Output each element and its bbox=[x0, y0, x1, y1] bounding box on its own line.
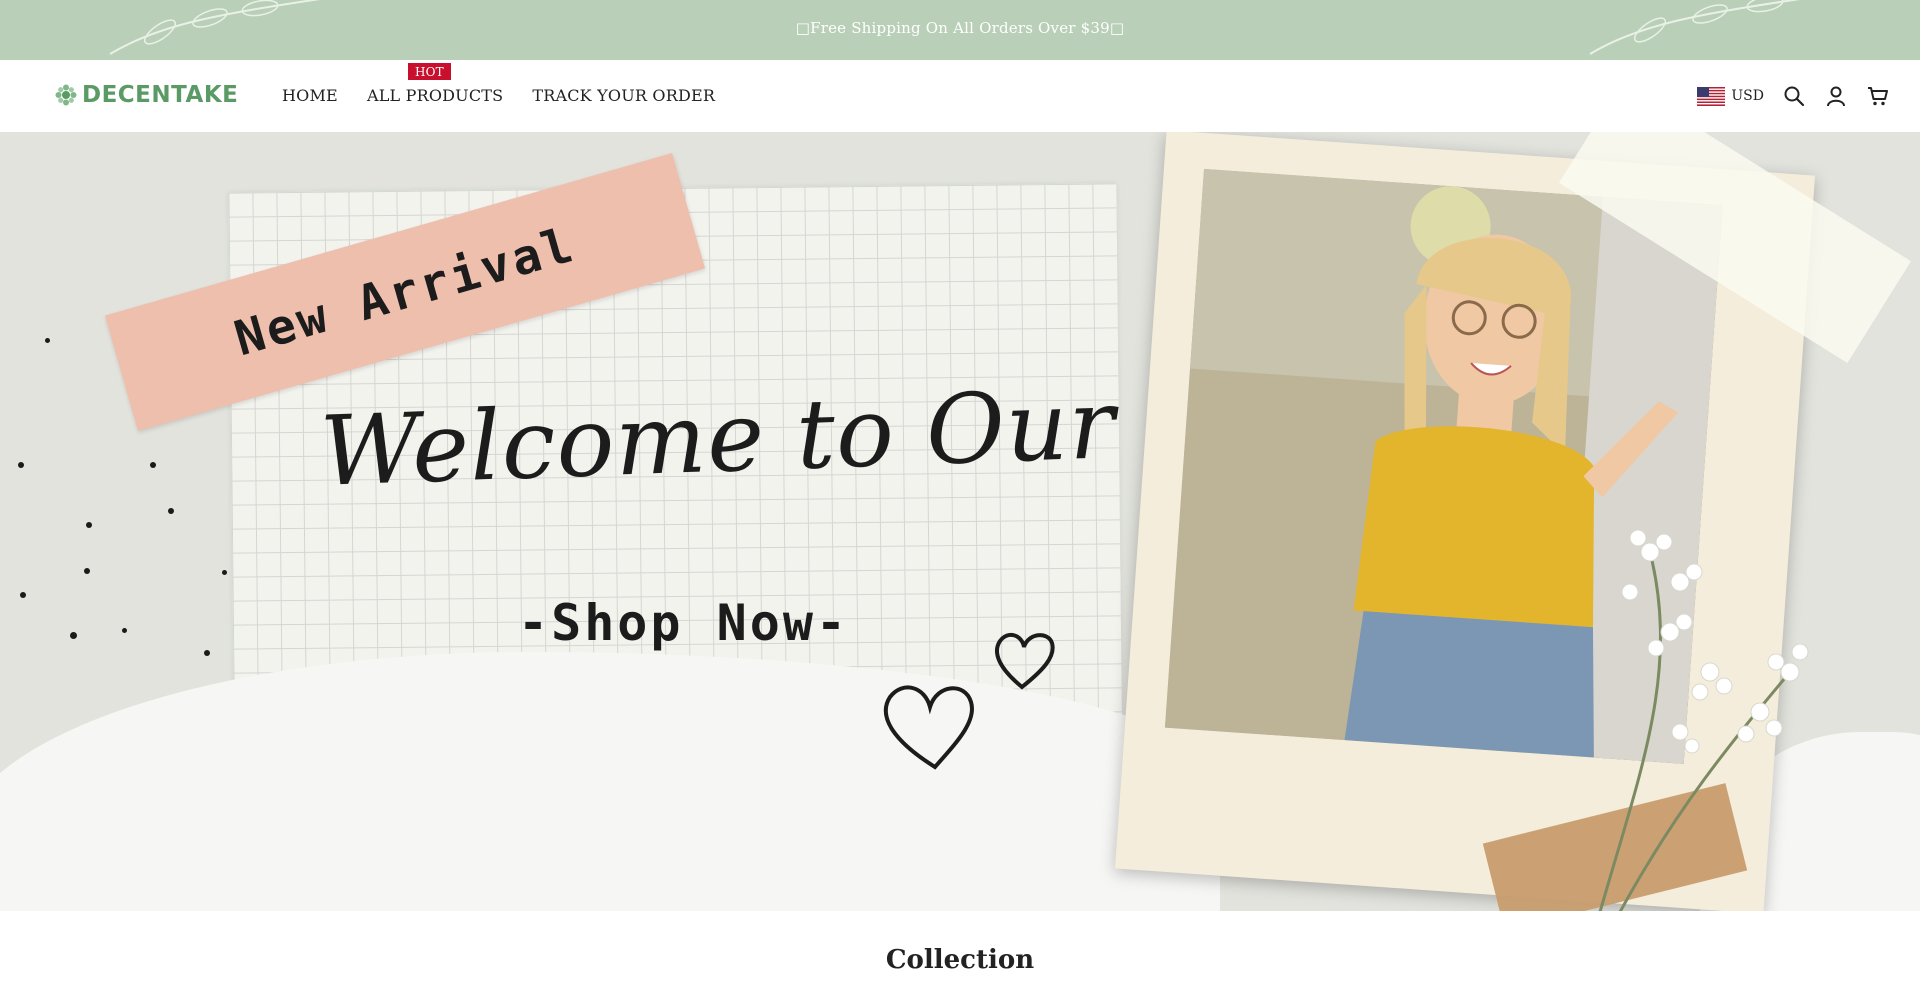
heart-icon bbox=[994, 632, 1055, 690]
header-tools: USD bbox=[1697, 84, 1890, 108]
cart-icon[interactable] bbox=[1866, 84, 1890, 108]
search-icon[interactable] bbox=[1782, 84, 1806, 108]
flag-us-icon bbox=[1697, 86, 1726, 106]
nav-all-products-label: ALL PRODUCTS bbox=[366, 86, 504, 105]
logo-text: DECENTAKE bbox=[82, 82, 239, 108]
baby-breath-flowers-icon bbox=[1598, 529, 1809, 911]
heart-icon bbox=[883, 685, 974, 770]
site-header: DECENTAKE HOME HOT ALL PRODUCTS TRACK YO… bbox=[0, 60, 1920, 133]
nav-all-products[interactable]: HOT ALL PRODUCTS bbox=[366, 63, 504, 105]
hero-banner[interactable]: New Arrival Welcome to Our Shop -Shop No… bbox=[0, 132, 1920, 911]
announcement-bar: □Free Shipping On All Orders Over $39□ bbox=[0, 0, 1920, 60]
currency-label: USD bbox=[1731, 88, 1764, 104]
currency-selector[interactable]: USD bbox=[1697, 86, 1764, 106]
shop-now-button[interactable]: -Shop Now- bbox=[518, 594, 849, 652]
announcement-text: □Free Shipping On All Orders Over $39□ bbox=[795, 19, 1125, 37]
hot-badge: HOT bbox=[407, 63, 451, 80]
account-icon[interactable] bbox=[1824, 84, 1848, 108]
main-nav: HOME HOT ALL PRODUCTS TRACK YOUR ORDER bbox=[282, 63, 715, 105]
section-title: Collection bbox=[885, 945, 1035, 975]
logo[interactable]: DECENTAKE bbox=[55, 82, 238, 108]
logo-flower-icon bbox=[55, 84, 77, 106]
nav-home[interactable]: HOME bbox=[282, 86, 338, 105]
nav-track-order[interactable]: TRACK YOUR ORDER bbox=[532, 86, 715, 105]
